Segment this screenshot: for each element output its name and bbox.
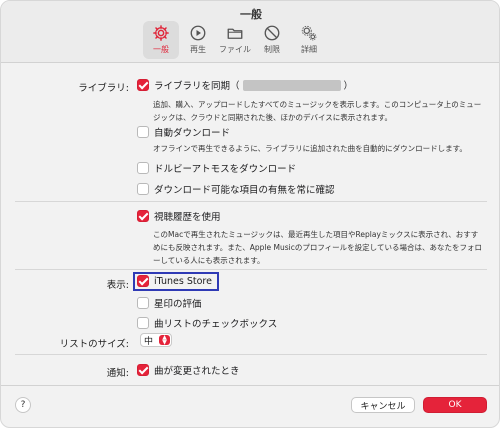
- history-row: 視聴履歴を使用: [137, 209, 221, 223]
- tab-restrictions-label: 制限: [264, 45, 280, 54]
- song-checkbox-checkbox[interactable]: [137, 317, 149, 329]
- preferences-window: 一般 一般 再生 ファイル 制限 詳細 ライブラリ: ライブラリを同期（ ） 追…: [0, 0, 500, 428]
- star-rating-row: 星印の評価: [137, 296, 202, 310]
- chevron-up-down-icon: ▲ ▼: [159, 335, 170, 346]
- tab-files-label: ファイル: [219, 45, 251, 54]
- dolby-row: ドルビーアトモスをダウンロード: [137, 161, 296, 175]
- list-size-value: 中: [144, 336, 154, 347]
- history-description: このMacで再生されたミュージックは、最近再生した項目やReplayミックスに表…: [153, 230, 482, 265]
- tab-files[interactable]: ファイル: [217, 21, 253, 59]
- preferences-content: ライブラリ: ライブラリを同期（ ） 追加、購入、アップロードしたすべてのミュー…: [1, 64, 499, 384]
- cancel-button[interactable]: キャンセル: [351, 397, 415, 413]
- separator: [15, 354, 487, 355]
- library-section-label: ライブラリ:: [78, 83, 129, 94]
- history-checkbox[interactable]: [137, 210, 149, 222]
- always-check-checkbox[interactable]: [137, 183, 149, 195]
- always-check-row: ダウンロード可能な項目の有無を常に確認: [137, 182, 335, 196]
- gear-icon: [153, 25, 169, 41]
- auto-download-description: オフラインで再生できるように、ライブラリに追加された曲を自動的にダウンロードしま…: [153, 144, 467, 153]
- separator: [15, 269, 487, 270]
- song-checkbox-label: 曲リストのチェックボックス: [154, 319, 278, 330]
- auto-download-label: 自動ダウンロード: [154, 128, 231, 139]
- notify-row: 曲が変更されたとき: [137, 363, 240, 377]
- sync-library-label-before: ライブラリを同期（: [154, 81, 240, 92]
- folder-icon: [227, 28, 243, 39]
- preferences-tabs: 一般 再生 ファイル 制限 詳細: [143, 21, 328, 59]
- bottom-bar: ? キャンセル OK: [1, 385, 499, 427]
- notify-section-label: 通知:: [106, 368, 129, 379]
- separator: [15, 201, 487, 202]
- sync-library-row: ライブラリを同期（ ）: [137, 78, 353, 92]
- tab-advanced[interactable]: 詳細: [291, 21, 327, 59]
- itunes-store-row: iTunes Store: [137, 275, 212, 287]
- itunes-store-label: iTunes Store: [154, 275, 212, 287]
- tab-playback[interactable]: 再生: [180, 21, 216, 59]
- window-title: 一般: [240, 8, 262, 21]
- masked-account: [242, 79, 341, 91]
- play-icon: [190, 25, 206, 41]
- list-size-select[interactable]: 中 ▲ ▼: [140, 333, 172, 347]
- always-check-label: ダウンロード可能な項目の有無を常に確認: [154, 185, 335, 196]
- star-rating-checkbox[interactable]: [137, 297, 149, 309]
- title-bar: 一般 一般 再生 ファイル 制限 詳細: [1, 1, 499, 63]
- ok-button[interactable]: OK: [423, 397, 487, 413]
- tab-general-label: 一般: [153, 45, 169, 54]
- notify-checkbox[interactable]: [137, 364, 149, 376]
- dolby-checkbox[interactable]: [137, 162, 149, 174]
- auto-download-row: 自動ダウンロード: [137, 125, 230, 139]
- dolby-label: ドルビーアトモスをダウンロード: [154, 164, 297, 175]
- tab-advanced-label: 詳細: [301, 45, 317, 54]
- history-label: 視聴履歴を使用: [154, 212, 221, 223]
- restriction-icon: [264, 25, 280, 41]
- list-size-label: リストのサイズ:: [59, 339, 129, 350]
- auto-download-checkbox[interactable]: [137, 126, 149, 138]
- notify-label: 曲が変更されたとき: [154, 366, 240, 377]
- itunes-store-checkbox[interactable]: [137, 275, 149, 287]
- tab-restrictions[interactable]: 制限: [254, 21, 290, 59]
- sync-library-label-after: ）: [343, 81, 354, 92]
- gears-icon: [301, 25, 317, 41]
- tab-playback-label: 再生: [190, 45, 206, 54]
- display-section-label: 表示:: [106, 280, 129, 291]
- tab-general[interactable]: 一般: [143, 21, 179, 59]
- help-button[interactable]: ?: [15, 397, 31, 413]
- star-rating-label: 星印の評価: [154, 299, 202, 310]
- sync-library-description: 追加、購入、アップロードしたすべてのミュージックを表示します。このコンピュータ上…: [153, 100, 482, 122]
- sync-library-checkbox[interactable]: [137, 79, 149, 91]
- song-checkbox-row: 曲リストのチェックボックス: [137, 316, 277, 330]
